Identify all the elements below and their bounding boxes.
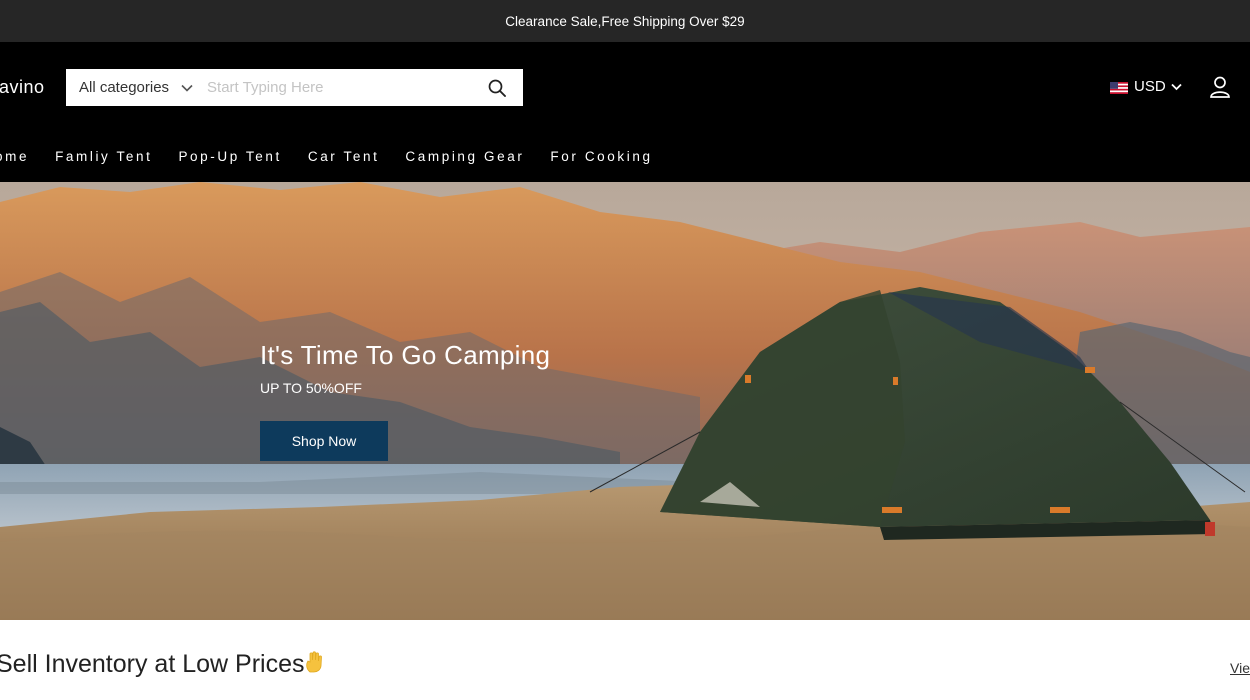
section-title-text: Sell Inventory at Low Prices [0,650,305,678]
nav-item-home[interactable]: ome [0,149,29,164]
currency-selector[interactable]: USD [1110,78,1182,95]
category-select-label: All categories [79,79,170,96]
nav-item-car-tent[interactable]: Car Tent [308,149,380,164]
chevron-down-icon [1171,83,1182,91]
nav-item-camping-gear[interactable]: Camping Gear [405,149,524,164]
currency-label: USD [1134,78,1166,95]
hero-title: It's Time To Go Camping [260,340,551,370]
category-select[interactable]: All categories [66,69,193,106]
user-icon[interactable] [1208,75,1232,99]
chevron-down-icon [181,84,193,92]
nav-item-family-tent[interactable]: Famliy Tent [55,149,152,164]
hero-banner [0,182,1250,620]
nav-item-for-cooking[interactable]: For Cooking [550,149,652,164]
hand-icon [304,650,326,673]
nav-item-pop-up-tent[interactable]: Pop-Up Tent [178,149,281,164]
announcement-bar: Clearance Sale,Free Shipping Over $29 [0,0,1250,42]
site-logo[interactable]: avino [0,77,45,98]
announcement-text: Clearance Sale,Free Shipping Over $29 [505,13,745,29]
search-button[interactable] [471,69,523,106]
search-input[interactable] [207,69,471,106]
section-title: Sell Inventory at Low Prices [0,650,326,679]
search-icon [488,79,506,97]
us-flag-icon [1110,81,1128,94]
search-bar: All categories [66,69,523,106]
main-nav: ome Famliy Tent Pop-Up Tent Car Tent Cam… [0,149,653,164]
hero-background-image [0,182,1250,620]
shop-now-button[interactable]: Shop Now [260,421,388,461]
hero-subtitle: UP TO 50%OFF [260,380,362,396]
view-all-link[interactable]: Vie [1230,660,1250,676]
site-header: avino All categories USD [0,42,1250,182]
